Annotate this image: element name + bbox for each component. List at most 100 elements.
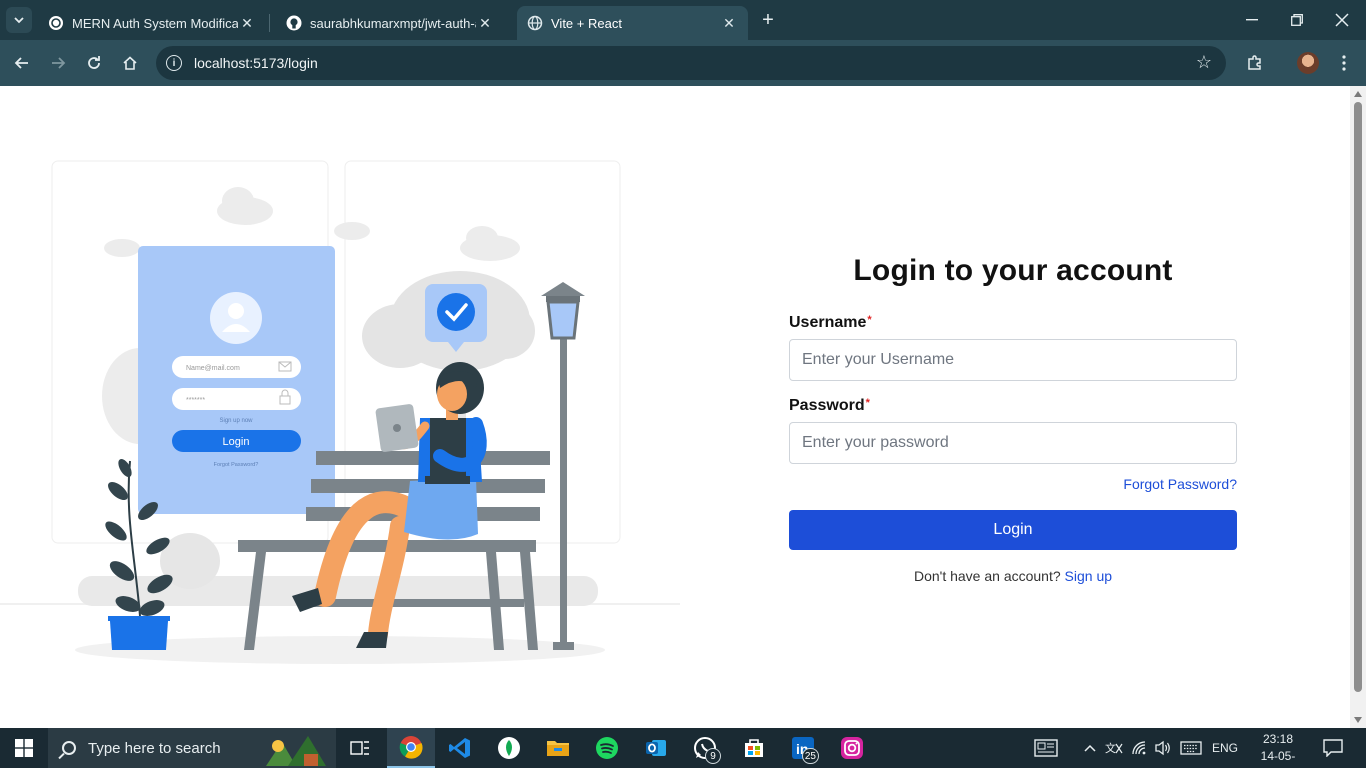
keyboard-language-icon: 文	[1105, 741, 1123, 755]
tab-mern-auth[interactable]: MERN Auth System Modificatio ✕	[38, 6, 266, 40]
close-tab-icon[interactable]: ✕	[238, 14, 256, 32]
minimize-button[interactable]	[1230, 6, 1274, 34]
vscode-icon	[449, 738, 470, 758]
home-button[interactable]	[118, 51, 142, 75]
taskbar-outlook[interactable]	[632, 728, 680, 768]
volume-control[interactable]	[1154, 728, 1172, 768]
site-info-icon[interactable]: i	[166, 55, 182, 71]
username-input[interactable]	[789, 339, 1237, 381]
mock-forgot-text: Forgot Password?	[214, 462, 259, 468]
outlook-icon	[646, 740, 666, 756]
taskbar-whatsapp[interactable]: 9	[681, 728, 729, 768]
windows-logo-icon	[15, 739, 33, 757]
system-clock[interactable]: 23:18 14-05-2025	[1248, 731, 1308, 768]
extensions-button[interactable]	[1243, 51, 1267, 75]
profile-avatar[interactable]	[1297, 52, 1319, 74]
login-form: Login to your account Username* Password…	[789, 254, 1237, 584]
search-icon	[62, 741, 76, 755]
tab-title: Vite + React	[551, 15, 622, 31]
login-button[interactable]: Login	[789, 510, 1237, 550]
tab-vite-react[interactable]: Vite + React ✕	[517, 6, 748, 40]
windows-taskbar: Type here to search 9 in 25 文 ENG 23:18 …	[0, 728, 1366, 768]
news-widget[interactable]	[1034, 728, 1058, 768]
restore-button[interactable]	[1275, 6, 1319, 34]
mock-signup-text: Sign up now	[219, 418, 253, 424]
spotify-icon	[596, 737, 618, 759]
network-status[interactable]	[1131, 728, 1149, 768]
forgot-password-link[interactable]: Forgot Password?	[789, 476, 1237, 492]
taskbar-chrome[interactable]	[387, 728, 435, 768]
clock-time: 23:18	[1262, 732, 1294, 746]
username-label: Username*	[789, 314, 1237, 332]
browser-toolbar: i localhost:5173/login ☆	[0, 40, 1366, 86]
address-bar[interactable]: i localhost:5173/login ☆	[156, 46, 1226, 80]
page-title: Login to your account	[853, 254, 1173, 287]
show-hidden-icons[interactable]	[1084, 728, 1096, 768]
wifi-icon	[1132, 741, 1146, 755]
mongodb-icon	[498, 737, 520, 759]
store-icon	[745, 739, 763, 757]
more-vertical-icon	[1342, 55, 1346, 71]
browser-tab-strip: MERN Auth System Modificatio ✕ saurabhku…	[0, 0, 1366, 40]
taskbar-instagram[interactable]	[828, 728, 876, 768]
puzzle-icon	[1248, 55, 1261, 70]
close-tab-icon[interactable]: ✕	[476, 14, 494, 32]
taskbar-spotify[interactable]	[583, 728, 631, 768]
taskbar-search[interactable]: Type here to search	[48, 728, 336, 768]
required-asterisk: *	[867, 314, 872, 326]
notification-center[interactable]	[1323, 728, 1343, 768]
input-indicator[interactable]: 文	[1105, 728, 1123, 768]
signup-link[interactable]: Sign up	[1065, 568, 1112, 584]
forward-button[interactable]	[46, 51, 70, 75]
tab-title: saurabhkumarxmpt/jwt-auth-ap	[310, 15, 476, 31]
start-button[interactable]	[0, 728, 48, 768]
scroll-down-arrow[interactable]	[1354, 717, 1362, 723]
search-highlight-icon	[266, 736, 326, 766]
instagram-icon	[841, 737, 863, 759]
language-text: ENG	[1212, 741, 1239, 755]
tab-github[interactable]: saurabhkumarxmpt/jwt-auth-ap ✕	[276, 6, 504, 40]
search-placeholder: Type here to search	[88, 739, 221, 757]
touch-keyboard[interactable]	[1180, 728, 1202, 768]
taskbar-vscode[interactable]	[436, 728, 484, 768]
username-label-text: Username	[789, 314, 867, 331]
minimize-icon	[1246, 19, 1258, 21]
new-tab-button[interactable]: +	[756, 8, 780, 32]
taskbar-microsoft-store[interactable]	[730, 728, 778, 768]
restore-icon	[1291, 14, 1303, 26]
url-text: localhost:5173/login	[194, 55, 318, 71]
linkedin-badge: 25	[801, 748, 819, 764]
arrow-left-icon	[14, 57, 28, 69]
reload-icon	[88, 56, 100, 69]
chrome-icon	[399, 736, 423, 759]
chevron-down-icon	[14, 17, 24, 24]
tab-search-button[interactable]	[6, 7, 32, 33]
bookmark-star-icon[interactable]: ☆	[1196, 52, 1212, 73]
scrollbar-thumb[interactable]	[1354, 102, 1362, 692]
browser-menu-button[interactable]	[1332, 51, 1356, 75]
password-input[interactable]	[789, 422, 1237, 464]
scroll-up-arrow[interactable]	[1354, 91, 1362, 97]
notification-icon	[1323, 739, 1343, 757]
language-indicator[interactable]: ENG	[1212, 728, 1238, 768]
globe-icon	[527, 15, 543, 31]
page-viewport: Name@mail.com ******* Sign up now Login …	[0, 86, 1350, 728]
task-view-button[interactable]	[336, 728, 384, 768]
taskbar-file-explorer[interactable]	[534, 728, 582, 768]
tab-divider	[269, 14, 270, 32]
signup-prompt: Don't have an account?	[913, 568, 1061, 584]
page-scrollbar[interactable]	[1350, 86, 1366, 728]
arrow-right-icon	[52, 57, 66, 69]
required-asterisk: *	[865, 397, 870, 409]
password-group: Password*	[789, 397, 1237, 464]
close-window-button[interactable]	[1320, 6, 1364, 34]
password-label: Password*	[789, 397, 1237, 415]
taskbar-linkedin[interactable]: in 25	[779, 728, 827, 768]
tab-title: MERN Auth System Modificatio	[72, 15, 238, 31]
keyboard-icon	[1180, 741, 1202, 755]
taskbar-mongodb-compass[interactable]	[485, 728, 533, 768]
home-icon	[123, 56, 137, 70]
reload-button[interactable]	[82, 51, 106, 75]
back-button[interactable]	[10, 51, 34, 75]
close-tab-icon[interactable]: ✕	[720, 14, 738, 32]
